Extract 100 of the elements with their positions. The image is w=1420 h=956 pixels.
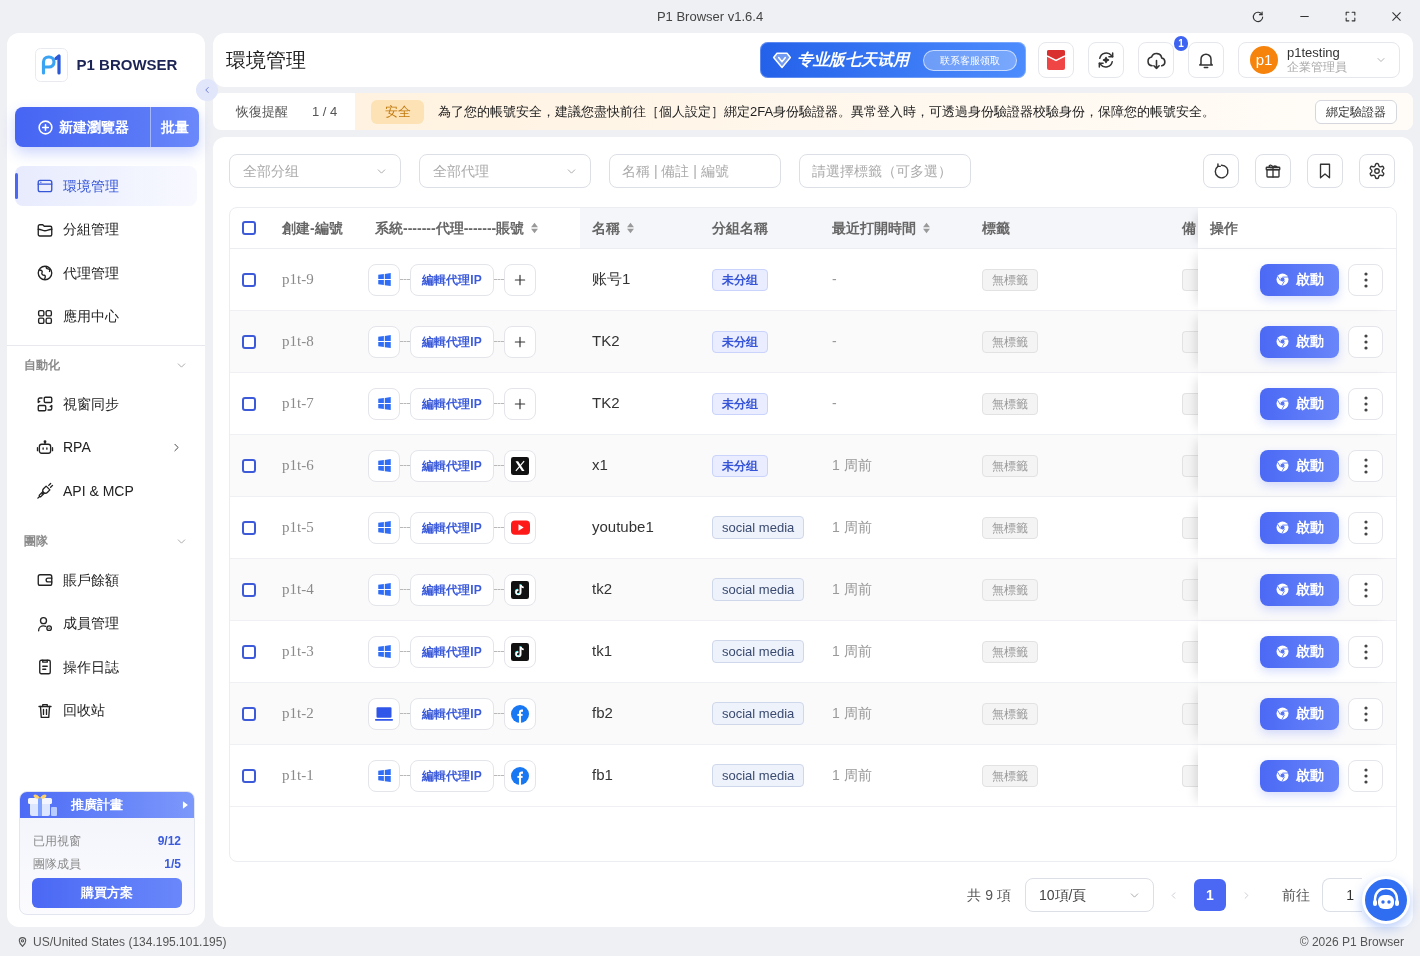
profile-id: p1t-6: [282, 456, 314, 476]
launch-button[interactable]: 啟動: [1260, 387, 1339, 420]
checkbox[interactable]: [242, 644, 256, 659]
promo-title: 推廣計畫: [71, 796, 123, 815]
os-button[interactable]: [368, 697, 400, 730]
remark-tag-edge: [1182, 454, 1198, 477]
nav-item[interactable]: 分組管理: [15, 209, 197, 250]
chrome-logo-icon: [1275, 645, 1289, 658]
account-button[interactable]: [504, 635, 536, 668]
profile-name: fb2: [592, 703, 613, 724]
edit-proxy-button[interactable]: 編輯代理IP: [410, 573, 494, 606]
window-title: P1 Browser v1.6.4: [656, 7, 764, 26]
launch-button[interactable]: 啟動: [1260, 325, 1339, 358]
page-title: 環境管理: [226, 48, 306, 73]
last-opened-time: 1 周前: [832, 518, 872, 537]
edit-proxy-button[interactable]: 編輯代理IP: [410, 325, 494, 358]
new-browser-button[interactable]: 新建瀏覽器: [15, 107, 150, 147]
nav-item[interactable]: 回收站: [15, 690, 197, 731]
page-button[interactable]: 1: [1194, 879, 1226, 911]
launch-button[interactable]: 啟動: [1260, 759, 1339, 792]
os-button[interactable]: [368, 263, 400, 296]
chrome-logo-icon: [1275, 397, 1289, 410]
checkbox[interactable]: [242, 582, 256, 597]
edit-proxy-button[interactable]: 編輯代理IP: [410, 263, 494, 296]
sync-button[interactable]: [1088, 42, 1124, 78]
search-field[interactable]: 名稱 | 備註 | 編號: [609, 154, 781, 188]
plus-icon: [513, 334, 527, 349]
more-icon: [1363, 519, 1368, 536]
group-tag: 未分组: [712, 268, 768, 291]
gift-button[interactable]: [1255, 154, 1291, 188]
edit-proxy-button[interactable]: 編輯代理IP: [410, 759, 494, 792]
batch-button[interactable]: 批量: [150, 107, 199, 147]
launch-button[interactable]: 啟動: [1260, 449, 1339, 482]
refresh-button[interactable]: [1203, 154, 1239, 188]
os-button[interactable]: [368, 325, 400, 358]
edit-proxy-button[interactable]: 編輯代理IP: [410, 387, 494, 420]
account-button[interactable]: [504, 573, 536, 606]
nav-item[interactable]: 操作日誌: [15, 647, 197, 687]
promo-header[interactable]: 推廣計畫: [20, 792, 194, 818]
account-button[interactable]: [504, 449, 536, 482]
chrome-logo-icon: [1275, 521, 1289, 534]
nav-item[interactable]: API & MCP: [15, 471, 197, 511]
windows-logo-icon: [376, 272, 392, 287]
checkbox[interactable]: [242, 221, 256, 235]
nav-item[interactable]: 視窗同步: [15, 384, 197, 424]
checkbox[interactable]: [242, 768, 256, 783]
os-button[interactable]: [368, 511, 400, 544]
stat-value: 1/5: [164, 855, 181, 873]
nav-item[interactable]: 成員管理: [15, 603, 197, 644]
nav-item[interactable]: 應用中心: [15, 296, 197, 337]
os-button[interactable]: [368, 759, 400, 792]
os-button[interactable]: [368, 635, 400, 668]
launch-button[interactable]: 啟動: [1260, 697, 1339, 730]
sort-icon[interactable]: [530, 222, 540, 234]
bind-authenticator-button[interactable]: 綁定驗證器: [1315, 99, 1397, 124]
column-header: 系統-------代理-------賬號: [375, 218, 525, 238]
nav-item[interactable]: RPA: [15, 427, 197, 468]
tag-select-field[interactable]: 請選擇標籤（可多選）: [799, 154, 971, 188]
checkbox[interactable]: [242, 396, 256, 411]
download-button[interactable]: [1138, 42, 1174, 78]
edit-proxy-button[interactable]: 編輯代理IP: [410, 635, 494, 668]
sort-icon[interactable]: [922, 222, 931, 234]
column-header: 備: [1182, 218, 1196, 238]
os-button[interactable]: [368, 449, 400, 482]
envelope-button[interactable]: [1038, 42, 1074, 78]
checkbox[interactable]: [242, 334, 256, 349]
edit-proxy-button[interactable]: 編輯代理IP: [410, 697, 494, 730]
trial-banner[interactable]: 专业版七天试用 联系客服领取: [760, 42, 1026, 78]
last-opened-time: -: [832, 394, 837, 413]
os-button[interactable]: [368, 573, 400, 606]
nav-item[interactable]: 環境管理: [15, 166, 197, 206]
notifications-button[interactable]: [1188, 42, 1224, 78]
edit-proxy-button[interactable]: 編輯代理IP: [410, 449, 494, 482]
page-size-select[interactable]: 10項/頁: [1025, 878, 1154, 912]
buy-plan-button[interactable]: 購買方案: [32, 878, 182, 908]
launch-button[interactable]: 啟動: [1260, 263, 1339, 296]
location-pin-icon: [17, 935, 28, 948]
youtube-logo-icon: [510, 520, 530, 535]
settings-button[interactable]: [1359, 154, 1395, 188]
goto-page-field[interactable]: 1: [1322, 878, 1362, 912]
launch-button[interactable]: 啟動: [1260, 573, 1339, 606]
launch-button[interactable]: 啟動: [1260, 511, 1339, 544]
remark-tag-edge: [1182, 392, 1198, 415]
checkbox[interactable]: [242, 458, 256, 473]
nav-item[interactable]: 代理管理: [15, 253, 197, 293]
edit-proxy-button[interactable]: 編輯代理IP: [410, 511, 494, 544]
last-opened-time: 1 周前: [832, 642, 872, 661]
bookmark-button[interactable]: [1307, 154, 1343, 188]
stat-value: 9/12: [157, 832, 181, 850]
sort-icon[interactable]: [626, 222, 635, 234]
checkbox[interactable]: [242, 520, 256, 535]
profile-name: tk2: [592, 579, 612, 600]
remark-tag-edge: [1182, 268, 1198, 291]
os-button[interactable]: [368, 387, 400, 420]
launch-button[interactable]: 啟動: [1260, 635, 1339, 668]
checkbox[interactable]: [242, 706, 256, 721]
checkbox[interactable]: [242, 272, 256, 287]
plus-icon: [513, 396, 527, 411]
user-menu[interactable]: p1 p1testing 企業管理員: [1238, 42, 1400, 78]
nav-item[interactable]: 賬戶餘額: [15, 560, 197, 600]
